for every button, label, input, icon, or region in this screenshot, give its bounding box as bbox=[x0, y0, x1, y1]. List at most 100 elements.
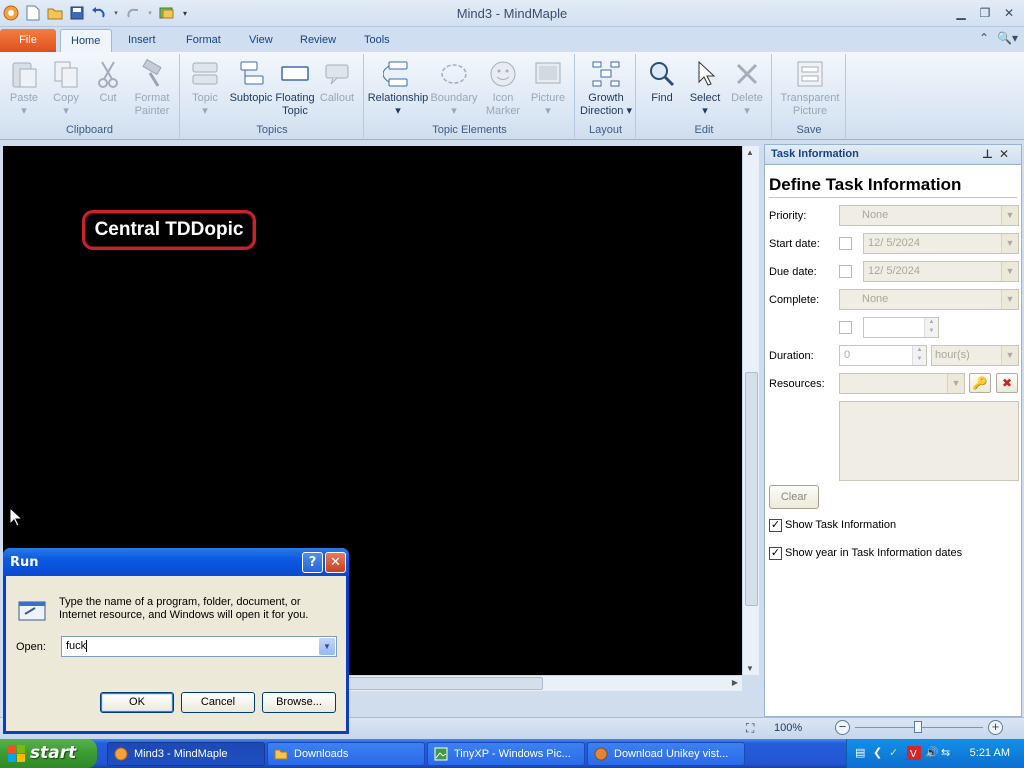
taskbar-item-downloads[interactable]: Downloads bbox=[267, 742, 425, 766]
duration-unit-select[interactable]: hour(s) ▼ bbox=[931, 345, 1019, 366]
duration-spinner[interactable]: 0 ▲ ▼ bbox=[839, 345, 927, 366]
cancel-button[interactable]: Cancel bbox=[181, 692, 255, 713]
group-clipboard: Paste ▾ Copy ▾ Cut Format Painter Clipbo… bbox=[0, 54, 180, 138]
spinner-arrows-icon[interactable]: ▲ ▼ bbox=[912, 346, 926, 365]
relationship-button[interactable]: Relationship ▾ bbox=[365, 58, 431, 118]
chevron-down-icon[interactable]: ▼ bbox=[319, 638, 335, 655]
duration-value: 0 bbox=[844, 349, 851, 361]
panel-close-icon[interactable]: ✕ bbox=[999, 147, 1015, 161]
due-date-checkbox[interactable] bbox=[839, 265, 852, 278]
show-year-label: Show year in Task Information dates bbox=[785, 547, 963, 559]
clock[interactable]: 5:21 AM bbox=[970, 747, 1010, 759]
open-combobox[interactable]: fuck ▼ bbox=[61, 636, 337, 657]
delete-button[interactable]: Delete ▾ bbox=[721, 58, 773, 118]
run-dialog: Run ? ✕ Type the name of a program, fold… bbox=[3, 548, 349, 734]
volume-icon[interactable]: 🔊 bbox=[925, 746, 939, 760]
browse-button[interactable]: Browse... bbox=[262, 692, 336, 713]
taskbar-item-picture-viewer[interactable]: TinyXP - Windows Pic... bbox=[427, 742, 585, 766]
tab-insert[interactable]: Insert bbox=[118, 29, 166, 52]
scroll-up-icon[interactable]: ▲ bbox=[746, 148, 754, 157]
close-button[interactable]: ✕ bbox=[325, 552, 346, 573]
zoom-in-button[interactable]: + bbox=[988, 720, 1003, 735]
start-button[interactable]: start bbox=[0, 739, 97, 768]
complete-percent-spinner[interactable]: ▲ ▼ bbox=[863, 317, 939, 338]
add-resource-button[interactable]: 🔑 bbox=[969, 373, 991, 393]
transparent-picture-button[interactable]: Transparent Picture bbox=[775, 58, 845, 118]
due-date-value: 12/ 5/2024 bbox=[868, 265, 920, 277]
tab-home[interactable]: Home bbox=[60, 29, 112, 52]
keyboard-icon[interactable]: ▤ bbox=[855, 746, 869, 760]
picture-button[interactable]: Picture ▾ bbox=[522, 58, 574, 118]
show-year-checkbox[interactable]: ✓ bbox=[769, 547, 782, 560]
picture-icon bbox=[532, 58, 564, 90]
text-caret bbox=[86, 640, 88, 653]
taskbar-item-browser[interactable]: Download Unikey vist... bbox=[587, 742, 745, 766]
priority-select[interactable]: None ▼ bbox=[839, 205, 1019, 226]
show-task-info-checkbox[interactable]: ✓ bbox=[769, 519, 782, 532]
open-label: Open: bbox=[16, 641, 46, 653]
window-title: Mind3 - MindMaple bbox=[456, 6, 568, 21]
delete-x-icon: ✖ bbox=[1001, 376, 1013, 390]
group-edit: Find Select ▾ Delete ▾ Edit bbox=[637, 54, 772, 138]
zoom-level: 100% bbox=[774, 722, 803, 734]
resources-list[interactable] bbox=[839, 401, 1019, 481]
tab-tools[interactable]: Tools bbox=[354, 29, 400, 52]
tab-format[interactable]: Format bbox=[176, 29, 231, 52]
open-input-value[interactable]: fuck bbox=[66, 640, 86, 652]
remove-resource-button[interactable]: ✖ bbox=[996, 373, 1018, 393]
close-icon[interactable]: ✕ bbox=[998, 4, 1020, 22]
complete-select[interactable]: None ▼ bbox=[839, 289, 1019, 310]
spinner-arrows-icon[interactable]: ▲ ▼ bbox=[924, 318, 938, 337]
boundary-button[interactable]: Boundary ▾ bbox=[428, 58, 480, 118]
floating-topic-icon bbox=[279, 58, 311, 90]
growth-direction-button[interactable]: Growth Direction ▾ bbox=[578, 58, 634, 118]
relationship-icon bbox=[382, 58, 414, 90]
scroll-thumb[interactable] bbox=[343, 677, 543, 690]
restore-icon[interactable]: ❐ bbox=[974, 4, 996, 22]
show-task-info-label: Show Task Information bbox=[785, 519, 897, 531]
vietnamese-input-icon[interactable]: V bbox=[907, 746, 921, 760]
due-date-picker[interactable]: 12/ 5/2024 ▼ bbox=[863, 261, 1019, 282]
search-icon[interactable]: 🔍▾ bbox=[997, 31, 1018, 45]
tray-expand-icon[interactable]: ❮ bbox=[873, 746, 887, 760]
start-date-checkbox[interactable] bbox=[839, 237, 852, 250]
central-topic[interactable]: Central TDDopic bbox=[82, 210, 256, 250]
complete-value: None bbox=[862, 293, 889, 305]
network-icon[interactable]: ⇆ bbox=[941, 746, 955, 760]
scroll-down-icon[interactable]: ▼ bbox=[746, 664, 754, 673]
start-date-picker[interactable]: 12/ 5/2024 ▼ bbox=[863, 233, 1019, 254]
due-date-label: Due date: bbox=[769, 266, 817, 278]
help-button[interactable]: ? bbox=[302, 552, 323, 573]
scroll-right-icon[interactable]: ▶ bbox=[732, 678, 738, 687]
panel-header: Task Information ⊥✕ bbox=[765, 145, 1021, 165]
taskbar-item-label: Downloads bbox=[294, 748, 349, 760]
format-painter-button[interactable]: Format Painter bbox=[126, 58, 178, 118]
fit-page-icon[interactable]: ⛶ bbox=[746, 721, 754, 736]
tab-view[interactable]: View bbox=[239, 29, 283, 52]
vertical-scrollbar[interactable]: ▲ ▼ bbox=[742, 146, 759, 675]
tab-file[interactable]: File bbox=[0, 29, 56, 52]
tab-review[interactable]: Review bbox=[290, 29, 346, 52]
zoom-slider-handle[interactable] bbox=[914, 721, 922, 733]
ok-button[interactable]: OK bbox=[100, 692, 174, 713]
collapse-ribbon-icon[interactable]: ⌃ bbox=[979, 31, 989, 45]
window-controls: ▁ ❐ ✕ bbox=[950, 4, 1020, 22]
scroll-thumb[interactable] bbox=[745, 372, 758, 606]
resources-select[interactable]: ▼ bbox=[839, 373, 965, 394]
clear-button[interactable]: Clear bbox=[769, 485, 819, 509]
callout-button[interactable]: Callout bbox=[311, 58, 363, 105]
pin-icon[interactable]: ⊥ bbox=[982, 147, 999, 161]
start-label: start bbox=[30, 743, 77, 763]
topic-button[interactable]: Topic ▾ bbox=[179, 58, 231, 118]
complete-percent-checkbox[interactable] bbox=[839, 321, 852, 334]
browser-icon bbox=[594, 747, 608, 761]
group-label: Clipboard bbox=[65, 124, 114, 136]
delete-x-icon bbox=[731, 58, 763, 90]
language-icon[interactable]: ✓ bbox=[889, 746, 903, 760]
chevron-down-icon: ▼ bbox=[947, 374, 964, 393]
group-topics: Topic ▾ Subtopic Floating Topic Callout … bbox=[181, 54, 364, 138]
zoom-out-button[interactable]: − bbox=[835, 720, 850, 735]
subtopic-icon bbox=[235, 58, 267, 90]
taskbar-item-mindmaple[interactable]: Mind3 - MindMaple bbox=[107, 742, 265, 766]
minimize-icon[interactable]: ▁ bbox=[950, 4, 972, 22]
